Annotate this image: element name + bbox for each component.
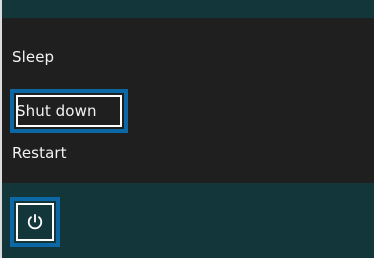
menu-item-shut-down-label: Shut down <box>16 102 97 120</box>
power-options-menu: Sleep Shut down Restart <box>2 18 374 183</box>
top-strip <box>2 0 374 18</box>
menu-item-sleep[interactable]: Sleep <box>12 44 102 70</box>
power-button[interactable] <box>10 197 60 247</box>
menu-item-sleep-label: Sleep <box>12 48 55 66</box>
power-icon <box>27 214 43 230</box>
power-menu-screenshot: Sleep Shut down Restart <box>0 0 378 258</box>
menu-item-restart-label: Restart <box>12 144 67 162</box>
menu-item-restart[interactable]: Restart <box>12 140 102 166</box>
menu-item-shut-down[interactable]: Shut down <box>10 89 128 133</box>
start-menu-bottom-bar <box>2 183 374 258</box>
